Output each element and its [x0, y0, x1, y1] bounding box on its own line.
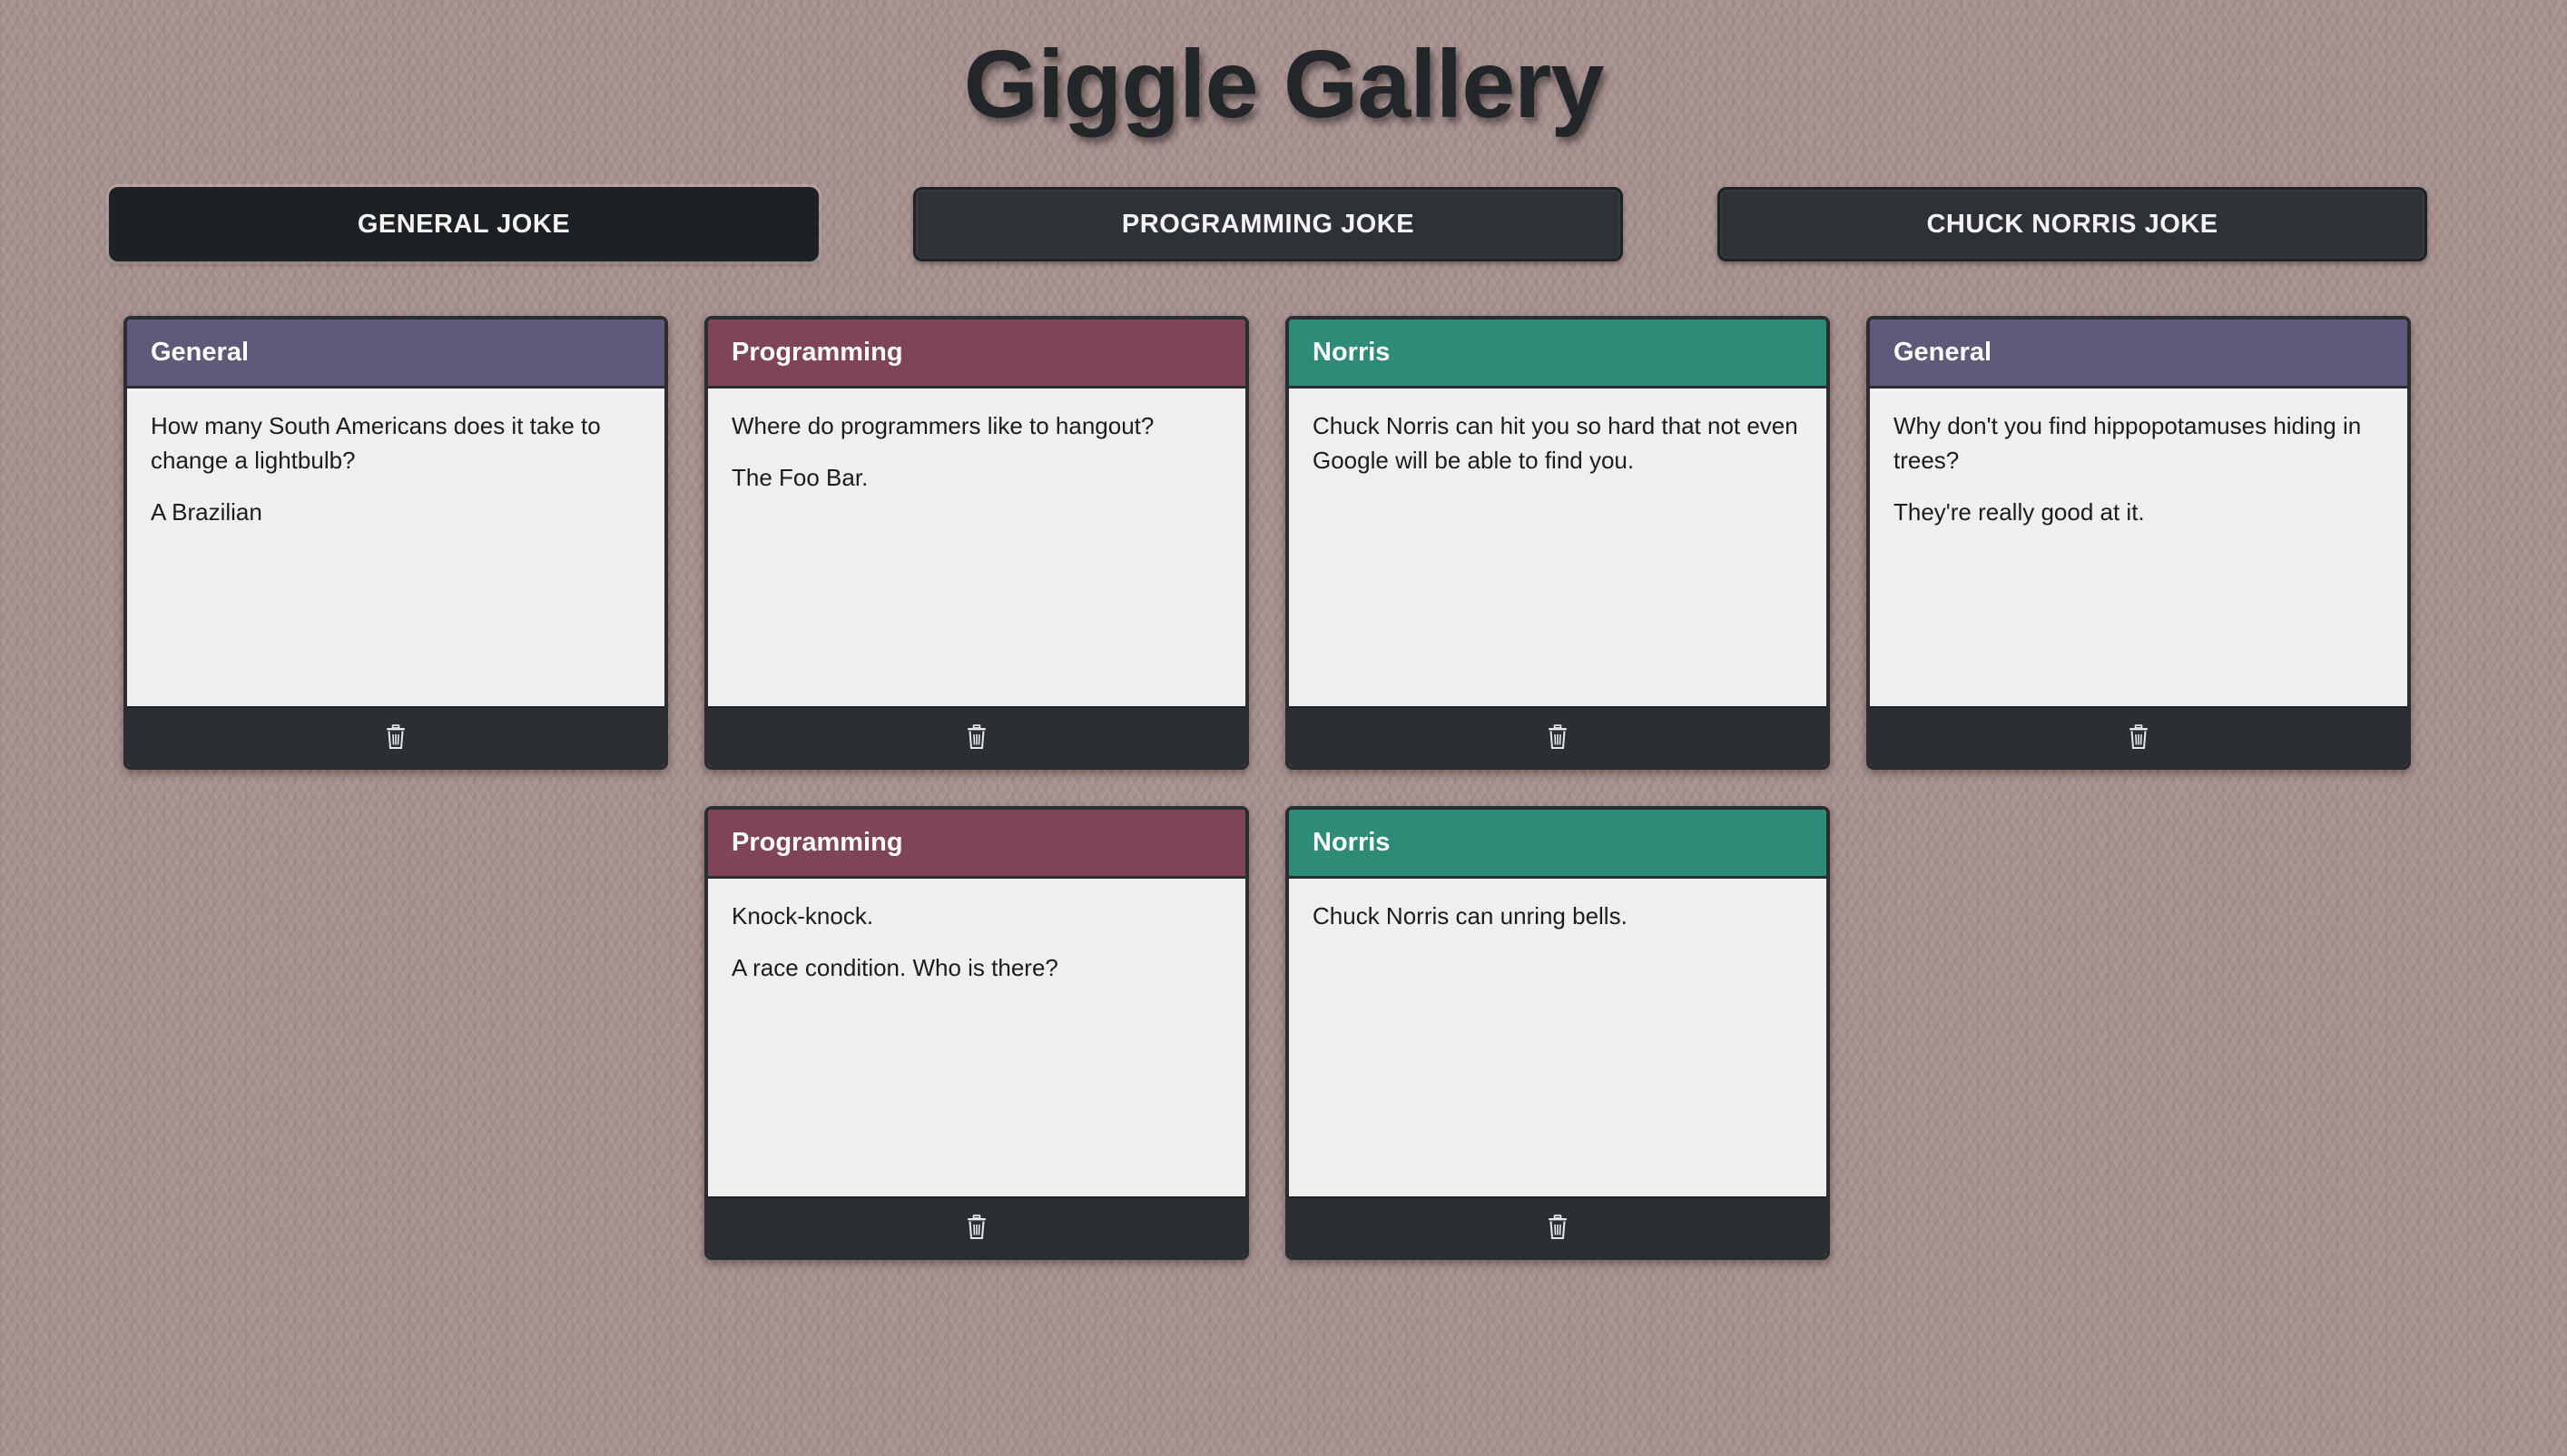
card-body: Chuck Norris can hit you so hard that no…	[1289, 389, 1826, 710]
joke-punchline: They're really good at it.	[1893, 498, 2145, 526]
joke-card-programming: Programming Knock-knock. A race conditio…	[704, 806, 1249, 1260]
delete-button[interactable]	[127, 706, 664, 766]
joke-card-programming: Programming Where do programmers like to…	[704, 316, 1249, 770]
trash-icon	[968, 724, 986, 749]
trash-icon	[387, 724, 405, 749]
delete-button[interactable]	[1289, 1196, 1826, 1256]
joke-setup: Chuck Norris can hit you so hard that no…	[1313, 412, 1798, 474]
general-joke-button[interactable]: GENERAL JOKE	[109, 187, 819, 261]
joke-card-norris: Norris Chuck Norris can unring bells.	[1285, 806, 1830, 1260]
card-body: Knock-knock. A race condition. Who is th…	[708, 879, 1245, 1200]
trash-icon	[2129, 724, 2148, 749]
joke-punchline: A Brazilian	[151, 498, 262, 526]
joke-type-toolbar: GENERAL JOKE PROGRAMMING JOKE CHUCK NORR…	[109, 187, 2431, 265]
delete-button[interactable]	[708, 706, 1245, 766]
joke-card-norris: Norris Chuck Norris can hit you so hard …	[1285, 316, 1830, 770]
card-category: Norris	[1289, 810, 1826, 879]
card-body: Why don't you find hippopotamuses hiding…	[1870, 389, 2407, 710]
delete-button[interactable]	[1870, 706, 2407, 766]
joke-punchline: The Foo Bar.	[732, 464, 869, 491]
trash-icon	[1549, 1215, 1567, 1239]
joke-setup: Knock-knock.	[732, 902, 874, 930]
joke-card-general: General Why don't you find hippopotamuse…	[1866, 316, 2411, 770]
joke-setup: Where do programmers like to hangout?	[732, 412, 1155, 439]
trash-icon	[968, 1215, 986, 1239]
joke-card-general: General How many South Americans does it…	[123, 316, 668, 770]
card-category: Programming	[708, 320, 1245, 389]
card-category: Programming	[708, 810, 1245, 879]
joke-setup: Chuck Norris can unring bells.	[1313, 902, 1628, 930]
delete-button[interactable]	[1289, 706, 1826, 766]
card-body: Chuck Norris can unring bells.	[1289, 879, 1826, 1200]
delete-button[interactable]	[708, 1196, 1245, 1256]
joke-punchline: A race condition. Who is there?	[732, 954, 1058, 981]
card-body: Where do programmers like to hangout? Th…	[708, 389, 1245, 710]
joke-setup: Why don't you find hippopotamuses hiding…	[1893, 412, 2362, 474]
card-category: Norris	[1289, 320, 1826, 389]
programming-joke-button[interactable]: PROGRAMMING JOKE	[913, 187, 1623, 261]
joke-setup: How many South Americans does it take to…	[151, 412, 601, 474]
card-category: General	[1870, 320, 2407, 389]
chuck-norris-joke-button[interactable]: CHUCK NORRIS JOKE	[1717, 187, 2427, 261]
card-category: General	[127, 320, 664, 389]
page-title: Giggle Gallery	[963, 31, 1605, 138]
trash-icon	[1549, 724, 1567, 749]
card-body: How many South Americans does it take to…	[127, 389, 664, 710]
